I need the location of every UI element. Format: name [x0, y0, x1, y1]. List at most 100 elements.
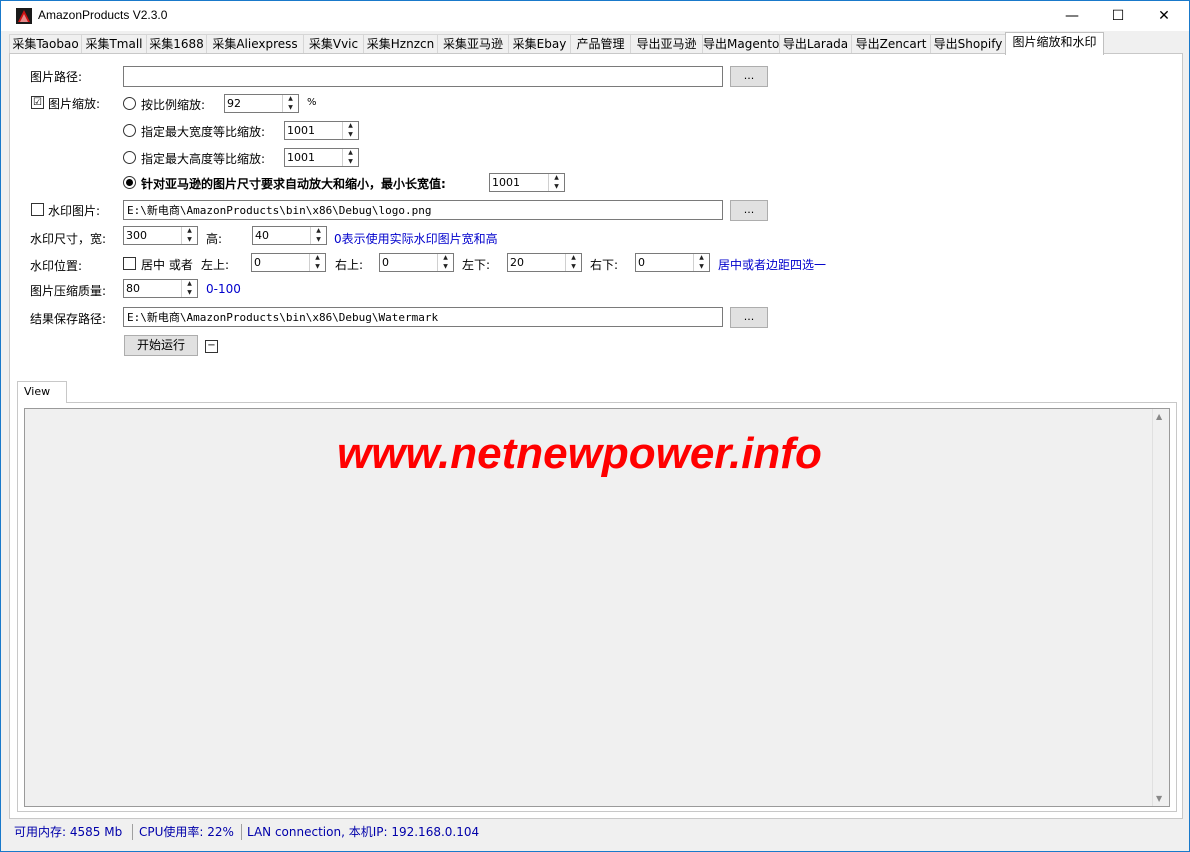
- wm-size-label: 水印尺寸，宽:: [30, 232, 107, 246]
- ratio-radio[interactable]: [123, 97, 136, 110]
- amazon-min-up-icon[interactable]: ▲: [549, 174, 564, 182]
- tab-collect-amazon[interactable]: 采集亚马逊: [437, 34, 509, 54]
- save-path-input[interactable]: E:\新电商\AmazonProducts\bin\x86\Debug\Wate…: [123, 307, 723, 327]
- tab-image-watermark[interactable]: 图片缩放和水印: [1005, 32, 1104, 55]
- minimize-button[interactable]: —: [1049, 1, 1095, 31]
- amazon-min-down-icon[interactable]: ▼: [549, 183, 564, 191]
- tab-ebay[interactable]: 采集Ebay: [508, 34, 571, 54]
- wm-position-label: 水印位置:: [30, 259, 83, 273]
- max-height-stepper[interactable]: 1001 ▲ ▼: [284, 148, 359, 167]
- tab-tmall[interactable]: 采集Tmall: [81, 34, 147, 54]
- max-width-value: 1001: [287, 124, 315, 137]
- image-path-input[interactable]: [123, 66, 723, 87]
- collapse-toggle[interactable]: −: [205, 340, 218, 353]
- wm-size-hint: 0表示使用实际水印图片宽和高: [334, 232, 498, 246]
- ratio-down-icon[interactable]: ▼: [283, 104, 298, 112]
- quality-up-icon[interactable]: ▲: [182, 280, 197, 288]
- center-label: 居中 或者: [141, 258, 193, 272]
- max-height-up-icon[interactable]: ▲: [343, 149, 358, 157]
- quality-label: 图片压缩质量:: [30, 284, 107, 298]
- top-left-value: 0: [254, 256, 261, 269]
- amazon-min-value: 1001: [492, 176, 520, 189]
- watermark-browse-button[interactable]: ...: [730, 200, 768, 221]
- scale-checkbox[interactable]: ☑: [31, 96, 44, 109]
- tab-product-manage[interactable]: 产品管理: [570, 34, 631, 54]
- bottom-right-up-icon[interactable]: ▲: [694, 254, 709, 262]
- tab-export-shopify[interactable]: 导出Shopify: [930, 34, 1006, 54]
- tab-export-amazon[interactable]: 导出亚马逊: [630, 34, 703, 54]
- scroll-down-icon[interactable]: ▼: [1156, 794, 1162, 803]
- tab-taobao[interactable]: 采集Taobao: [9, 34, 82, 54]
- max-width-radio[interactable]: [123, 124, 136, 137]
- tab-1688[interactable]: 采集1688: [146, 34, 207, 54]
- max-height-down-icon[interactable]: ▼: [343, 158, 358, 166]
- bottom-right-label: 右下:: [590, 258, 619, 272]
- max-width-label: 指定最大宽度等比缩放:: [141, 125, 266, 139]
- start-button[interactable]: 开始运行: [124, 335, 198, 356]
- preview-area[interactable]: www.netnewpower.info ▲ ▼: [24, 408, 1170, 807]
- max-width-down-icon[interactable]: ▼: [343, 131, 358, 139]
- quality-down-icon[interactable]: ▼: [182, 289, 197, 297]
- wm-height-down-icon[interactable]: ▼: [311, 236, 326, 244]
- wm-width-up-icon[interactable]: ▲: [182, 227, 197, 235]
- maximize-button[interactable]: ☐: [1095, 1, 1141, 31]
- wm-width-stepper[interactable]: 300 ▲ ▼: [123, 226, 198, 245]
- bottom-right-down-icon[interactable]: ▼: [694, 263, 709, 271]
- watermark-checkbox[interactable]: [31, 203, 44, 216]
- image-path-browse-button[interactable]: ...: [730, 66, 768, 87]
- wm-width-down-icon[interactable]: ▼: [182, 236, 197, 244]
- bottom-left-label: 左下:: [462, 258, 491, 272]
- ratio-stepper[interactable]: 92 ▲ ▼: [224, 94, 299, 113]
- tab-hznzcn[interactable]: 采集Hznzcn: [363, 34, 438, 54]
- title-bar[interactable]: AmazonProducts V2.3.0 — ☐ ✕: [1, 1, 1189, 31]
- max-height-value: 1001: [287, 151, 315, 164]
- top-left-stepper[interactable]: 0 ▲ ▼: [251, 253, 326, 272]
- tab-view[interactable]: View: [17, 381, 67, 403]
- status-divider: [241, 824, 242, 840]
- top-right-down-icon[interactable]: ▼: [438, 263, 453, 271]
- amazon-auto-radio[interactable]: [123, 176, 136, 189]
- bottom-right-value: 0: [638, 256, 645, 269]
- bottom-right-stepper[interactable]: 0 ▲ ▼: [635, 253, 710, 272]
- tab-export-larada[interactable]: 导出Larada: [779, 34, 852, 54]
- top-left-up-icon[interactable]: ▲: [310, 254, 325, 262]
- close-button[interactable]: ✕: [1141, 1, 1187, 31]
- tab-aliexpress[interactable]: 采集Aliexpress: [206, 34, 304, 54]
- wm-width-value: 300: [126, 229, 147, 242]
- watermark-checkbox-label: 水印图片:: [48, 204, 101, 218]
- top-left-down-icon[interactable]: ▼: [310, 263, 325, 271]
- quality-stepper[interactable]: 80 ▲ ▼: [123, 279, 198, 298]
- quality-value: 80: [126, 282, 140, 295]
- tab-vvic[interactable]: 采集Vvic: [303, 34, 364, 54]
- center-checkbox[interactable]: [123, 257, 136, 270]
- top-right-value: 0: [382, 256, 389, 269]
- preview-scrollbar[interactable]: ▲ ▼: [1152, 409, 1169, 806]
- wm-height-stepper[interactable]: 40 ▲ ▼: [252, 226, 327, 245]
- tab-export-magento[interactable]: 导出Magento: [702, 34, 780, 54]
- max-width-up-icon[interactable]: ▲: [343, 122, 358, 130]
- save-path-label: 结果保存路径:: [30, 312, 107, 326]
- bottom-left-stepper[interactable]: 20 ▲ ▼: [507, 253, 582, 272]
- image-path-label: 图片路径:: [30, 70, 83, 84]
- top-right-stepper[interactable]: 0 ▲ ▼: [379, 253, 454, 272]
- memory-status: 可用内存: 4585 Mb: [14, 825, 123, 839]
- scroll-up-icon[interactable]: ▲: [1156, 412, 1162, 421]
- max-width-stepper[interactable]: 1001 ▲ ▼: [284, 121, 359, 140]
- amazon-min-stepper[interactable]: 1001 ▲ ▼: [489, 173, 565, 192]
- status-divider: [132, 824, 133, 840]
- top-left-label: 左上:: [201, 258, 230, 272]
- max-height-radio[interactable]: [123, 151, 136, 164]
- amazon-auto-label: 针对亚马逊的图片尺寸要求自动放大和缩小，最小长宽值:: [141, 177, 446, 191]
- ratio-up-icon[interactable]: ▲: [283, 95, 298, 103]
- max-height-label: 指定最大高度等比缩放:: [141, 152, 266, 166]
- top-right-up-icon[interactable]: ▲: [438, 254, 453, 262]
- wm-height-up-icon[interactable]: ▲: [311, 227, 326, 235]
- save-path-browse-button[interactable]: ...: [730, 307, 768, 328]
- cpu-status: CPU使用率: 22%: [139, 825, 234, 839]
- bottom-left-up-icon[interactable]: ▲: [566, 254, 581, 262]
- bottom-left-down-icon[interactable]: ▼: [566, 263, 581, 271]
- network-status: LAN connection, 本机IP: 192.168.0.104: [247, 825, 480, 839]
- quality-hint: 0-100: [206, 282, 241, 296]
- tab-export-zencart[interactable]: 导出Zencart: [851, 34, 931, 54]
- watermark-path-input[interactable]: E:\新电商\AmazonProducts\bin\x86\Debug\logo…: [123, 200, 723, 220]
